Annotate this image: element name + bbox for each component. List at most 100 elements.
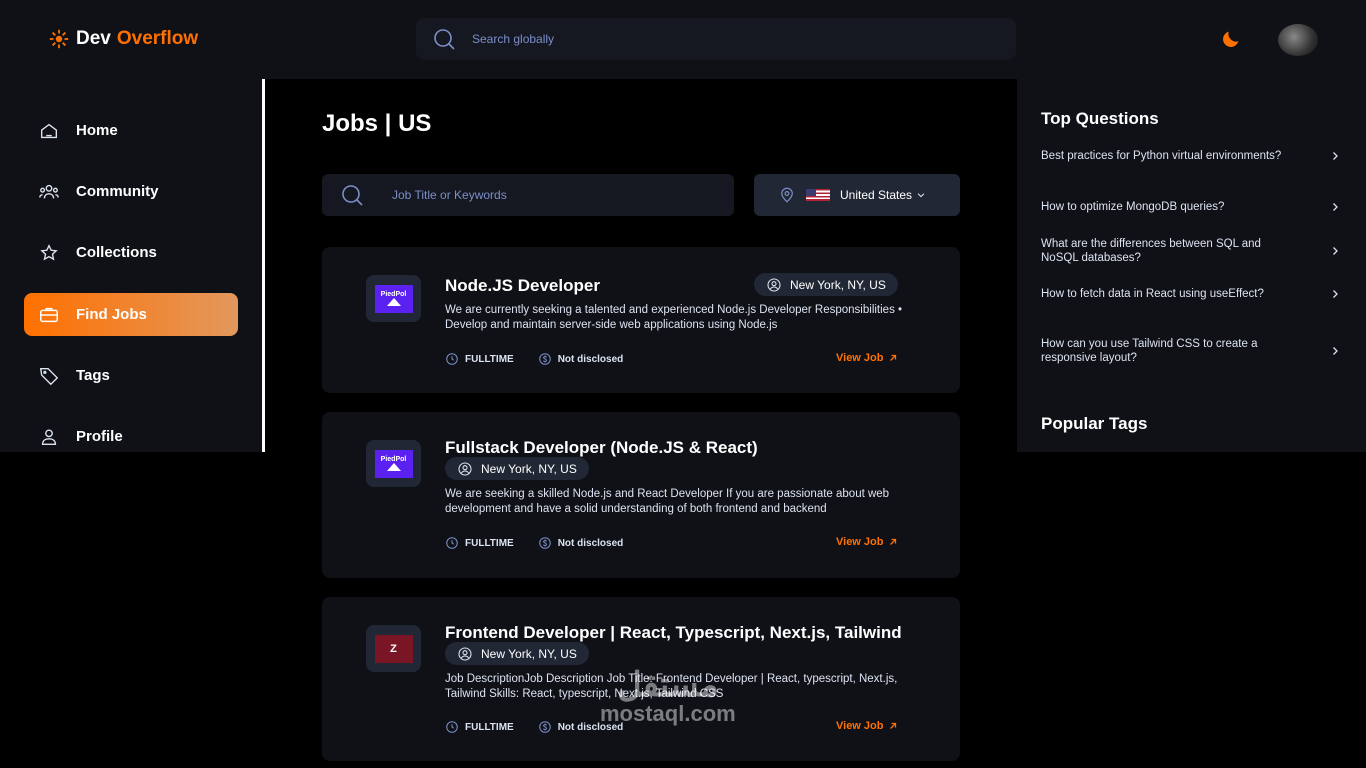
chevron-right-icon bbox=[1333, 290, 1338, 298]
company-logo-text: Z bbox=[390, 642, 397, 655]
sidebar-item-label: Profile bbox=[76, 428, 123, 445]
sidebar-divider bbox=[262, 79, 265, 452]
top-question-text: Best practices for Python virtual enviro… bbox=[1041, 150, 1282, 162]
job-salary-text: Not disclosed bbox=[557, 353, 624, 365]
user-circle-icon bbox=[767, 277, 781, 292]
clock-icon bbox=[446, 537, 458, 549]
clock-icon bbox=[446, 353, 458, 365]
search-icon bbox=[434, 29, 455, 50]
location-select[interactable]: United States bbox=[754, 174, 960, 216]
job-title[interactable]: Frontend Developer | React, Typescript, … bbox=[445, 623, 902, 643]
chevron-right-icon bbox=[1333, 347, 1338, 355]
job-type: FULLTIME bbox=[445, 536, 514, 550]
top-question-item[interactable]: What are the differences between SQL and… bbox=[1041, 237, 1341, 265]
triangle-logo-icon bbox=[386, 463, 401, 471]
global-search-input[interactable] bbox=[472, 32, 952, 46]
chevron-right-icon bbox=[1333, 203, 1338, 211]
job-type: FULLTIME bbox=[445, 720, 514, 734]
star-icon bbox=[40, 243, 58, 260]
view-job-label: View Job bbox=[836, 352, 884, 364]
sidebar-item-tags[interactable]: Tags bbox=[24, 354, 238, 397]
user-circle-icon bbox=[458, 646, 472, 661]
view-job-link[interactable]: View Job bbox=[836, 536, 899, 548]
users-icon bbox=[39, 184, 59, 198]
job-card: PiedPol Node.JS Developer New York, NY, … bbox=[322, 247, 960, 393]
top-question-item[interactable]: How to fetch data in React using useEffe… bbox=[1041, 287, 1341, 301]
currency-icon bbox=[538, 353, 551, 365]
job-search-input[interactable] bbox=[392, 188, 712, 202]
right-sidebar: Top Questions Best practices for Python … bbox=[1017, 79, 1366, 452]
location-badge-text: New York, NY, US bbox=[481, 461, 577, 476]
job-description: We are seeking a skilled Node.js and Rea… bbox=[445, 488, 890, 515]
user-icon bbox=[41, 428, 57, 445]
view-job-label: View Job bbox=[836, 536, 884, 548]
sidebar-item-community[interactable]: Community bbox=[24, 170, 238, 213]
job-type: FULLTIME bbox=[445, 352, 514, 366]
popular-tags-heading: Popular Tags bbox=[1041, 414, 1148, 433]
sidebar-item-label: Find Jobs bbox=[76, 306, 147, 323]
currency-icon bbox=[538, 721, 551, 733]
home-icon bbox=[40, 123, 58, 138]
top-question-text: What are the differences between SQL and… bbox=[1041, 238, 1261, 264]
top-question-text: How can you use Tailwind CSS to create a… bbox=[1041, 338, 1258, 364]
sidebar-item-label: Community bbox=[76, 183, 159, 200]
sidebar-item-collections[interactable]: Collections bbox=[24, 231, 238, 274]
top-question-item[interactable]: Best practices for Python virtual enviro… bbox=[1041, 149, 1341, 163]
job-card: PiedPol Fullstack Developer (Node.JS & R… bbox=[322, 412, 960, 578]
brand-logo[interactable]: Dev Overflow bbox=[48, 28, 198, 50]
tag-icon bbox=[39, 367, 59, 385]
arrow-up-right-icon bbox=[890, 354, 897, 361]
company-logo: PiedPol bbox=[366, 275, 421, 322]
location-badge: New York, NY, US bbox=[445, 642, 589, 665]
sidebar-item-home[interactable]: Home bbox=[24, 109, 238, 152]
watermark-arabic: مستقل bbox=[616, 666, 719, 704]
chevron-right-icon bbox=[1333, 247, 1338, 255]
chevron-right-icon bbox=[1333, 152, 1338, 160]
avatar[interactable] bbox=[1278, 24, 1318, 56]
job-salary: Not disclosed bbox=[538, 352, 624, 366]
view-job-link[interactable]: View Job bbox=[836, 352, 899, 364]
job-type-text: FULLTIME bbox=[465, 353, 514, 365]
sidebar-item-label: Collections bbox=[76, 244, 157, 261]
brand-name-second: Overflow bbox=[116, 28, 199, 49]
top-question-text: How to optimize MongoDB queries? bbox=[1041, 201, 1225, 213]
brand-name-first: Dev bbox=[76, 28, 111, 49]
watermark: مستقل mostaql.com bbox=[600, 668, 736, 726]
briefcase-icon bbox=[40, 307, 58, 322]
job-search bbox=[322, 174, 734, 216]
company-logo: Z bbox=[366, 625, 421, 672]
location-badge-text: New York, NY, US bbox=[481, 646, 577, 661]
sidebar-item-profile[interactable]: Profile bbox=[24, 415, 238, 458]
clock-icon bbox=[446, 721, 458, 733]
arrow-up-right-icon bbox=[890, 722, 897, 729]
top-question-text: How to fetch data in React using useEffe… bbox=[1041, 288, 1264, 300]
top-question-item[interactable]: How can you use Tailwind CSS to create a… bbox=[1041, 337, 1341, 365]
chevron-down-icon bbox=[917, 193, 925, 198]
global-search bbox=[416, 18, 1016, 60]
view-job-link[interactable]: View Job bbox=[836, 720, 899, 732]
view-job-label: View Job bbox=[836, 720, 884, 732]
job-title[interactable]: Fullstack Developer (Node.JS & React) bbox=[445, 438, 758, 458]
job-description: We are currently seeking a talented and … bbox=[445, 304, 903, 331]
search-icon bbox=[342, 185, 363, 206]
sidebar-item-label: Tags bbox=[76, 367, 110, 384]
arrow-up-right-icon bbox=[890, 538, 897, 545]
page-title: Jobs | US bbox=[322, 110, 432, 137]
sidebar-item-label: Home bbox=[76, 122, 118, 139]
left-sidebar: Home Community Collections Find Jobs Tag… bbox=[0, 79, 262, 452]
location-badge: New York, NY, US bbox=[754, 273, 898, 296]
currency-icon bbox=[538, 537, 551, 549]
location-pin-icon bbox=[781, 187, 793, 203]
job-salary: Not disclosed bbox=[538, 536, 623, 550]
job-meta: FULLTIME Not disclosed bbox=[445, 536, 647, 550]
moon-icon[interactable] bbox=[1220, 28, 1242, 50]
sun-logo-icon bbox=[49, 29, 69, 49]
company-logo: PiedPol bbox=[366, 440, 421, 487]
top-bar: Dev Overflow bbox=[0, 0, 1366, 79]
location-badge: New York, NY, US bbox=[445, 457, 589, 480]
sidebar-item-find-jobs[interactable]: Find Jobs bbox=[24, 293, 238, 336]
job-type-text: FULLTIME bbox=[465, 537, 514, 549]
top-question-item[interactable]: How to optimize MongoDB queries? bbox=[1041, 200, 1341, 214]
job-title[interactable]: Node.JS Developer bbox=[445, 276, 600, 296]
user-circle-icon bbox=[458, 461, 472, 476]
